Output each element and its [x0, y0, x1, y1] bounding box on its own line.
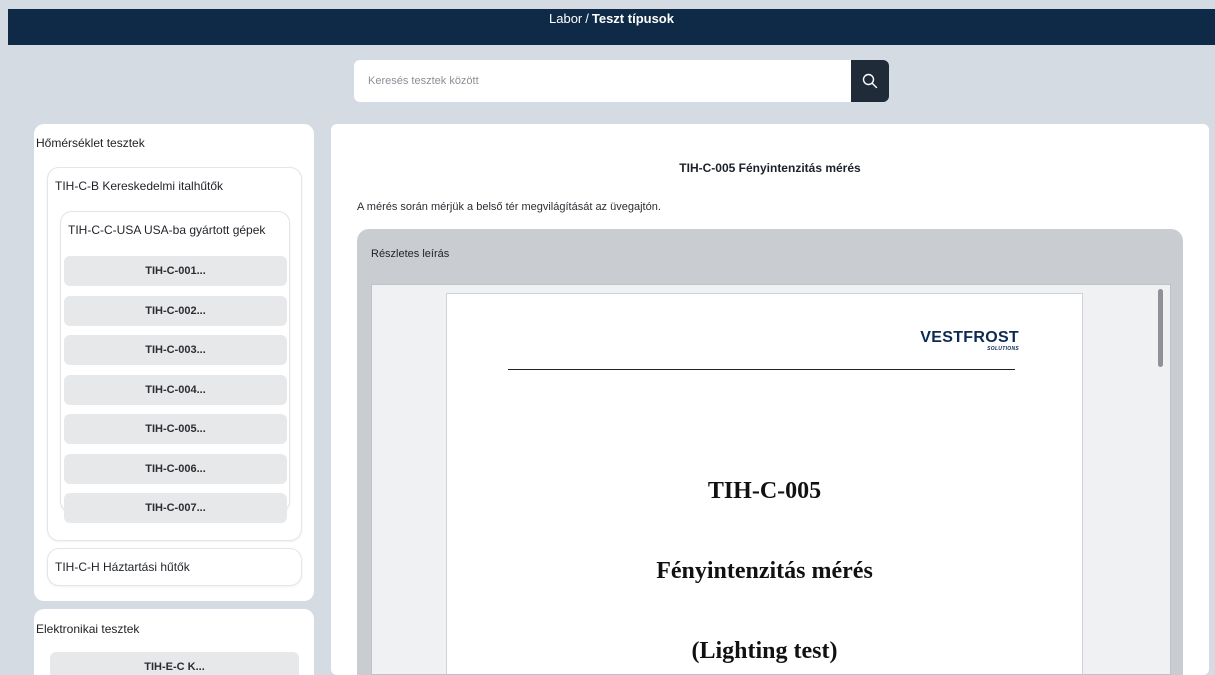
search-button[interactable]: [851, 60, 889, 102]
search-bar: [354, 60, 889, 102]
group-household-coolers[interactable]: TIH-C-H Háztartási hűtők: [47, 548, 302, 586]
list-item[interactable]: TIH-C-004...: [64, 375, 287, 405]
vestfrost-logo: VESTFROST SOLUTIONS: [920, 329, 1019, 353]
list-item[interactable]: TIH-C-001...: [64, 256, 287, 286]
breadcrumb-root[interactable]: Labor: [549, 11, 582, 26]
test-detail-panel: TIH-C-005 Fényintenzitás mérés A mérés s…: [331, 124, 1209, 675]
list-item[interactable]: TIH-C-002...: [64, 296, 287, 326]
group-label: TIH-C-H Háztartási hűtők: [55, 560, 190, 574]
top-header: Labor / Teszt típusok: [8, 9, 1215, 45]
group-label[interactable]: TIH-C-B Kereskedelmi italhűtők: [55, 179, 223, 193]
document-title: Fényintenzitás mérés: [656, 558, 873, 584]
list-item[interactable]: TIH-E-C K...: [50, 652, 299, 675]
category-title: Hőmérséklet tesztek: [36, 136, 145, 150]
list-item[interactable]: TIH-C-006...: [64, 454, 287, 484]
section-label: Részletes leírás: [371, 248, 450, 260]
document-subtitle: (Lighting test): [691, 638, 838, 664]
logo-subtext: SOLUTIONS: [987, 346, 1019, 352]
list-item[interactable]: TIH-C-003...: [64, 335, 287, 365]
breadcrumb-separator: /: [585, 11, 589, 26]
test-description: A mérés során mérjük a belső tér megvilá…: [357, 201, 661, 213]
subgroup-label[interactable]: TIH-C-C-USA USA-ba gyártott gépek: [68, 223, 265, 237]
list-item[interactable]: TIH-C-005...: [64, 414, 287, 444]
list-item[interactable]: TIH-C-007...: [64, 493, 287, 523]
search-icon: [862, 73, 878, 89]
document-page: VESTFROST SOLUTIONS TIH-C-005 Fényintenz…: [446, 293, 1083, 674]
header-rule: [508, 369, 1015, 370]
detailed-description-section: Részletes leírás VESTFROST SOLUTIONS TIH…: [357, 229, 1183, 675]
document-code: TIH-C-005: [707, 478, 822, 504]
breadcrumb-current: Teszt típusok: [591, 11, 674, 26]
document-viewer[interactable]: VESTFROST SOLUTIONS TIH-C-005 Fényintenz…: [371, 284, 1171, 675]
search-input[interactable]: [354, 60, 851, 102]
subgroup-usa-machines: TIH-C-C-USA USA-ba gyártott gépek TIH-C-…: [60, 211, 290, 523]
viewer-scrollbar[interactable]: [1158, 289, 1163, 367]
category-card-electronics: Elektronikai tesztek TIH-E-C K...: [34, 609, 314, 675]
group-commercial-coolers: TIH-C-B Kereskedelmi italhűtők TIH-C-C-U…: [47, 167, 302, 541]
category-title: Elektronikai tesztek: [36, 622, 140, 636]
category-card-temperature: Hőmérséklet tesztek TIH-C-B Kereskedelmi…: [34, 124, 314, 601]
page-title: TIH-C-005 Fényintenzitás mérés: [679, 161, 861, 175]
logo-text: VESTFROST: [920, 329, 1019, 346]
